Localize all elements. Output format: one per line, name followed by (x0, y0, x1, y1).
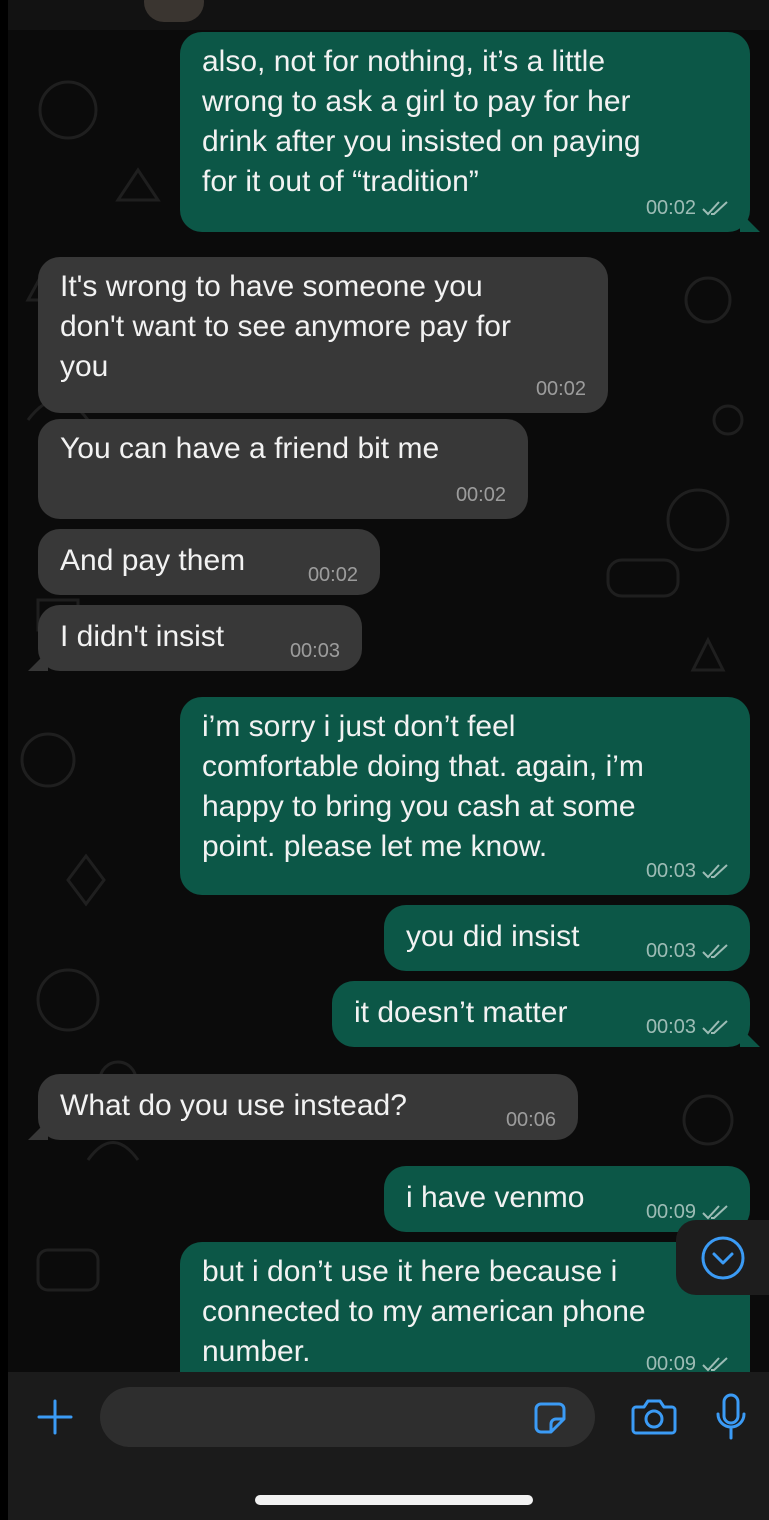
message-time: 00:03 (645, 1016, 696, 1038)
message-bubble-incoming[interactable]: It's wrong to have someone you don't wan… (38, 257, 608, 413)
message-text: It's wrong to have someone you don't wan… (60, 270, 511, 383)
chat-header-strip (8, 0, 769, 30)
message-input[interactable] (100, 1387, 595, 1447)
message-text: What do you use instead? (60, 1089, 407, 1122)
chat-area[interactable]: also, not for nothing, it’s a little wro… (8, 0, 769, 1372)
message-text: i’m sorry i just don’t feel comfortable … (202, 710, 644, 863)
message-bubble-outgoing[interactable]: it doesn’t matter 00:03 (332, 981, 760, 1047)
message-meta: 00:02 (308, 563, 358, 587)
message-text: I didn't insist (60, 620, 225, 653)
sticker-button[interactable] (530, 1398, 570, 1438)
attach-button[interactable] (30, 1392, 80, 1442)
message-bubble-incoming[interactable]: What do you use instead? 00:06 (28, 1074, 578, 1140)
bubble-tail (740, 212, 760, 232)
message-bubble-outgoing[interactable]: i’m sorry i just don’t feel comfortable … (180, 697, 750, 895)
read-receipt-icon (702, 1020, 728, 1035)
bubble-tail (28, 1120, 48, 1140)
scroll-to-bottom-button[interactable] (676, 1220, 769, 1295)
message-bubble-incoming[interactable]: I didn't insist 00:03 (28, 605, 362, 671)
message-bubble-outgoing[interactable]: but i don’t use it here because i connec… (180, 1242, 750, 1372)
read-receipt-icon (702, 864, 728, 879)
camera-icon (631, 1399, 677, 1435)
message-time: 00:02 (535, 378, 586, 400)
message-meta: 00:02 (646, 196, 728, 220)
message-bubble-incoming[interactable]: You can have a friend bit me 00:02 (38, 419, 528, 519)
message-meta: 00:03 (646, 939, 728, 963)
bubble-tail (740, 1027, 760, 1047)
microphone-icon (716, 1393, 746, 1440)
read-receipt-icon (702, 201, 728, 216)
message-text: you did insist (406, 920, 580, 953)
message-bubble-outgoing[interactable]: also, not for nothing, it’s a little wro… (180, 32, 760, 232)
message-text: also, not for nothing, it’s a little wro… (202, 45, 641, 198)
read-receipt-icon (702, 1357, 728, 1372)
message-bubble-outgoing[interactable]: you did insist 00:03 (384, 905, 750, 971)
message-meta: 00:03 (290, 639, 340, 663)
read-receipt-icon (702, 1205, 728, 1220)
read-receipt-icon (702, 944, 728, 959)
message-time: 00:02 (455, 484, 506, 506)
message-text: but i don’t use it here because i connec… (202, 1255, 646, 1368)
message-bubble-incoming[interactable]: And pay them 00:02 (38, 529, 380, 595)
home-indicator[interactable] (255, 1495, 533, 1505)
sticker-icon (534, 1402, 566, 1434)
message-time: 00:02 (645, 197, 696, 219)
microphone-button[interactable] (706, 1388, 756, 1446)
message-meta: 00:06 (506, 1108, 556, 1132)
message-text: You can have a friend bit me (60, 432, 440, 465)
plus-icon (37, 1399, 73, 1435)
message-time: 00:03 (645, 860, 696, 882)
message-meta: 00:03 (646, 1015, 728, 1039)
message-meta: 00:09 (646, 1352, 728, 1372)
message-time: 00:03 (645, 940, 696, 962)
camera-button[interactable] (626, 1392, 682, 1442)
message-meta: 00:02 (536, 377, 586, 401)
message-text: it doesn’t matter (354, 996, 568, 1029)
message-time: 00:09 (645, 1353, 696, 1372)
message-time: 00:03 (289, 640, 340, 662)
message-text: i have venmo (406, 1181, 585, 1214)
bubble-tail (28, 651, 48, 671)
chevron-down-circle-icon (701, 1236, 744, 1279)
message-meta: 00:03 (646, 859, 728, 883)
avatar[interactable] (144, 0, 204, 22)
message-time: 00:06 (505, 1109, 556, 1131)
message-meta: 00:02 (456, 483, 506, 507)
message-text: And pay them (60, 544, 246, 577)
app-screen: also, not for nothing, it’s a little wro… (0, 0, 769, 1520)
message-time: 00:02 (307, 564, 358, 586)
